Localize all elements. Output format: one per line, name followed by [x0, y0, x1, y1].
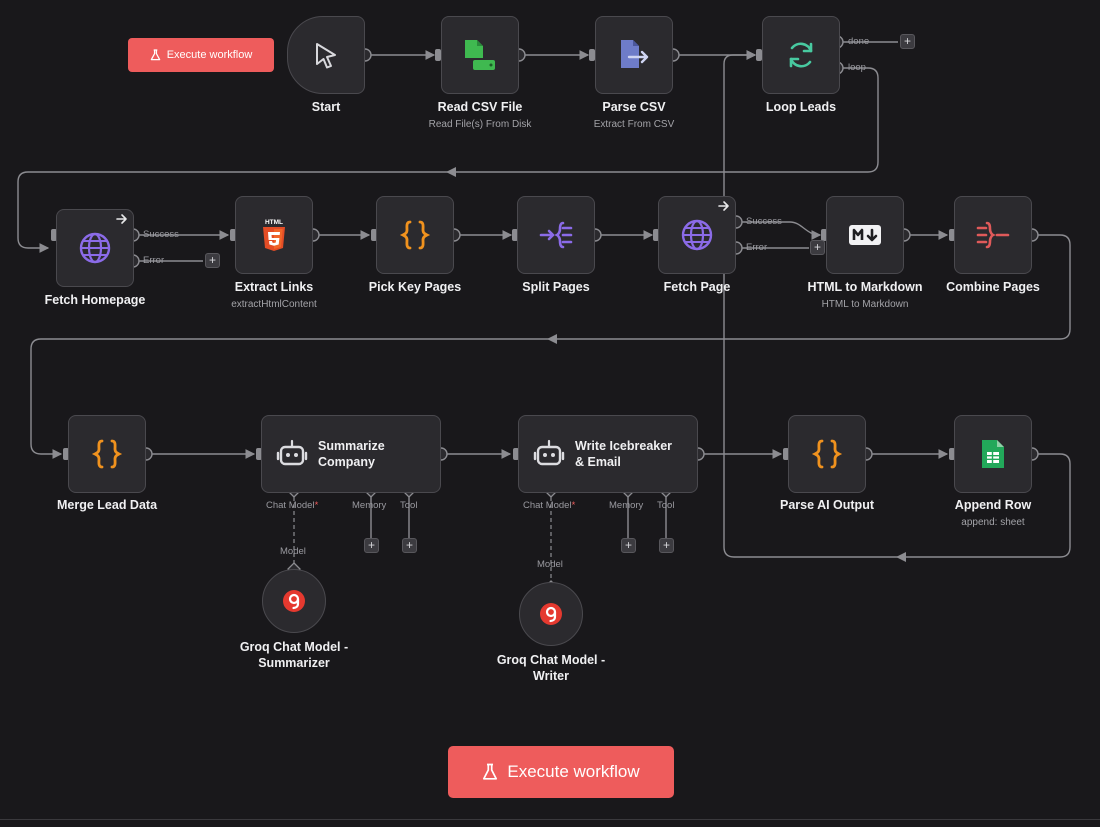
- node-fetch-homepage-title: Fetch Homepage: [44, 293, 146, 307]
- node-merge-lead-data[interactable]: [68, 415, 146, 493]
- node-groq-writer-title: Groq Chat Model - Writer: [496, 653, 606, 683]
- node-parse-ai-output-title: Parse AI Output: [780, 498, 874, 512]
- node-start[interactable]: [287, 16, 365, 94]
- summarize-memory-label: Memory: [352, 500, 387, 511]
- groq-icon: [539, 602, 563, 626]
- loop-output-done-label: done: [848, 36, 870, 47]
- html5-icon: HTML: [261, 218, 287, 252]
- node-start-title: Start: [311, 100, 341, 114]
- code-braces-icon: [91, 438, 123, 470]
- node-summarize-company-title: Summarize Company: [318, 439, 385, 469]
- fetch-page-error-label: Error: [746, 242, 768, 253]
- execute-workflow-button-top[interactable]: Execute workflow: [128, 38, 274, 72]
- globe-icon: [78, 231, 112, 265]
- node-extract-links-title: Extract Links: [234, 280, 314, 294]
- fetch-homepage-error-label: Error: [143, 255, 165, 266]
- node-html-to-markdown[interactable]: [826, 196, 904, 274]
- write-tool-label: Tool: [657, 500, 675, 511]
- split-out-icon: [539, 220, 573, 250]
- code-braces-icon: [811, 438, 843, 470]
- node-read-csv-subtitle: Read File(s) From Disk: [428, 119, 532, 130]
- node-groq-summarizer[interactable]: [262, 569, 326, 633]
- execute-workflow-label: Execute workflow: [507, 762, 640, 781]
- arrow-right-icon: [718, 200, 730, 212]
- node-groq-summarizer-title: Groq Chat Model - Summarizer: [239, 640, 349, 670]
- loop-output-loop-label: loop: [848, 62, 866, 73]
- node-parse-csv-subtitle: Extract From CSV: [593, 119, 675, 130]
- write-memory-label: Memory: [609, 500, 644, 511]
- write-chat-model-label: Chat Model*: [523, 500, 575, 511]
- add-node-homepage-error-button[interactable]: +: [205, 253, 220, 268]
- node-groq-writer[interactable]: [519, 582, 583, 646]
- robot-icon: [533, 439, 565, 469]
- node-fetch-page-title: Fetch Page: [663, 280, 731, 294]
- arrow-right-icon: [116, 213, 128, 225]
- execute-workflow-button[interactable]: Execute workflow: [448, 746, 674, 798]
- node-parse-ai-output[interactable]: [788, 415, 866, 493]
- node-extract-links[interactable]: HTML: [235, 196, 313, 274]
- merge-items-icon: [976, 220, 1010, 250]
- node-summarize-company[interactable]: Summarize Company: [261, 415, 441, 493]
- summarize-chat-model-label: Chat Model*: [266, 500, 318, 511]
- robot-icon: [276, 439, 308, 469]
- node-combine-pages-title: Combine Pages: [946, 280, 1040, 294]
- node-append-row-subtitle: append: sheet: [961, 517, 1025, 528]
- fetch-homepage-success-label: Success: [143, 229, 179, 240]
- node-parse-csv[interactable]: [595, 16, 673, 94]
- read-file-icon: [462, 38, 498, 72]
- node-parse-csv-title: Parse CSV: [602, 100, 666, 114]
- required-asterisk: *: [571, 500, 576, 511]
- node-extract-links-subtitle: extractHtmlContent: [231, 299, 317, 310]
- flask-icon: [150, 49, 161, 61]
- loop-arrows-icon: [785, 39, 817, 71]
- node-write-icebreaker[interactable]: Write Icebreaker & Email: [518, 415, 698, 493]
- execute-workflow-label-top: Execute workflow: [166, 49, 253, 61]
- node-html-to-markdown-title: HTML to Markdown: [807, 280, 923, 294]
- node-write-icebreaker-title: Write Icebreaker & Email: [575, 439, 673, 469]
- add-tool-button-write[interactable]: +: [659, 538, 674, 553]
- flask-icon: [482, 763, 498, 781]
- write-chat-model-text: Chat Model: [523, 500, 572, 511]
- markdown-icon: [848, 224, 882, 246]
- google-sheets-icon: [980, 438, 1006, 470]
- node-pick-key-pages[interactable]: [376, 196, 454, 274]
- add-node-done-button[interactable]: +: [900, 34, 915, 49]
- groq-icon: [282, 589, 306, 613]
- summarize-chat-model-text: Chat Model: [266, 500, 315, 511]
- node-combine-pages[interactable]: [954, 196, 1032, 274]
- node-loop-leads-title: Loop Leads: [765, 100, 837, 114]
- groq-summarizer-model-label: Model: [280, 546, 306, 557]
- required-asterisk: *: [314, 500, 319, 511]
- extract-file-icon: [617, 38, 651, 72]
- globe-icon: [680, 218, 714, 252]
- groq-writer-model-label: Model: [537, 559, 563, 570]
- add-memory-button-write[interactable]: +: [621, 538, 636, 553]
- html-badge-text: HTML: [265, 219, 283, 226]
- node-loop-leads[interactable]: [762, 16, 840, 94]
- add-node-page-error-button[interactable]: +: [810, 240, 825, 255]
- node-merge-lead-data-title: Merge Lead Data: [56, 498, 158, 512]
- node-append-row-title: Append Row: [954, 498, 1032, 512]
- add-tool-button-summarize[interactable]: +: [402, 538, 417, 553]
- cursor-icon: [311, 40, 341, 70]
- node-html-to-markdown-subtitle: HTML to Markdown: [821, 299, 909, 310]
- node-split-pages-title: Split Pages: [522, 280, 590, 294]
- node-split-pages[interactable]: [517, 196, 595, 274]
- fetch-page-success-label: Success: [746, 216, 782, 227]
- add-memory-button-summarize[interactable]: +: [364, 538, 379, 553]
- node-read-csv-title: Read CSV File: [437, 100, 523, 114]
- node-read-csv[interactable]: [441, 16, 519, 94]
- summarize-tool-label: Tool: [400, 500, 418, 511]
- canvas-bottom-border: [0, 819, 1100, 820]
- node-pick-key-pages-title: Pick Key Pages: [368, 280, 462, 294]
- node-append-row[interactable]: [954, 415, 1032, 493]
- code-braces-icon: [399, 219, 431, 251]
